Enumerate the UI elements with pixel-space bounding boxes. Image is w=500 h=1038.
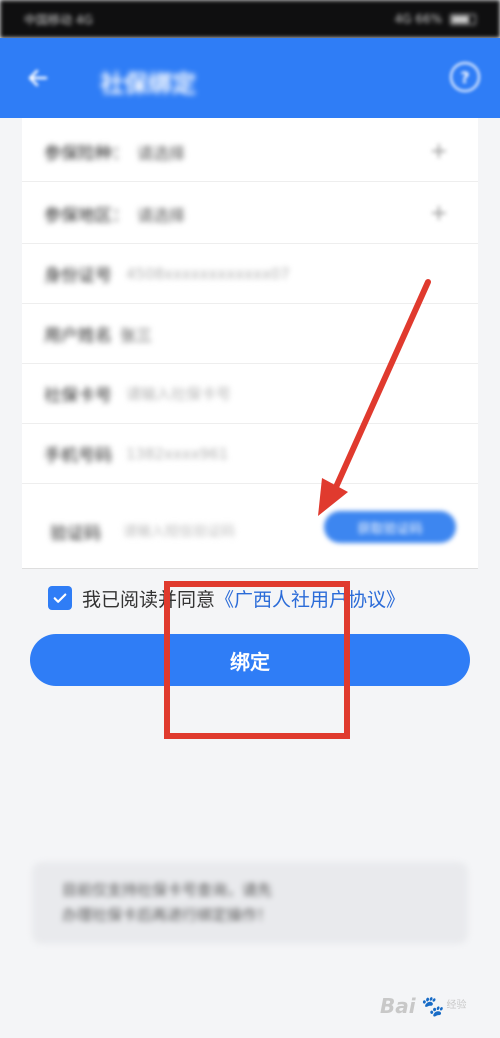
carrier-text: 中国移动 4G [24,12,93,27]
app-bar: 社保绑定 ? [0,38,500,118]
agreement-row: 我已阅读并同意 《广西人社用户协议》 [48,585,405,612]
question-circle-icon[interactable]: ? [450,62,480,92]
insurance-type-label: 参保险种： [44,144,129,164]
phone-number-value: 1382xxxx961 [126,444,229,463]
notice-line-1: 目前仅支持社保卡号查询，请先 [62,881,273,899]
agreement-text: 我已阅读并同意 [82,588,216,611]
notice-box: 目前仅支持社保卡号查询，请先 办理社保卡后再进行绑定操作！ [32,862,468,944]
user-agreement-link[interactable]: 《广西人社用户协议》 [215,585,405,612]
card-number-placeholder: 请输入社保卡号 [126,385,232,403]
insurance-region-select[interactable]: 参保地区： 请选择 + [22,184,478,244]
phone-number-label: 手机号码 [44,446,112,466]
watermark-text: Bai [380,994,416,1018]
status-bar: 中国移动 4G 4G 66% [0,0,500,38]
status-right: 4G 66% [395,12,476,26]
divider [22,568,478,569]
verification-code-label: 验证码 [50,523,101,544]
verification-code-field[interactable]: 验证码 请输入短信验证码 获取验证码 [22,494,478,568]
back-arrow-icon[interactable] [20,60,56,96]
verification-code-placeholder: 请输入短信验证码 [123,524,235,540]
insurance-type-select[interactable]: 参保险种： 请选择 + [22,122,478,182]
plus-icon: + [429,201,448,226]
phone-number-field[interactable]: 手机号码 1382xxxx961 [22,424,478,484]
card-number-field[interactable]: 社保卡号 请输入社保卡号 [22,364,478,424]
page-title: 社保绑定 [100,70,196,98]
user-name-value: 张三 [120,325,153,345]
insurance-type-value: 请选择 [137,143,186,163]
id-number-field[interactable]: 身份证号 4508xxxxxxxxxxxx07 [22,244,478,304]
plus-icon: + [429,139,448,164]
bind-button[interactable]: 绑定 [30,634,470,686]
status-right-text: 4G 66% [394,12,442,26]
user-name-label: 用户姓名 [44,326,112,346]
notice-line-2: 办理社保卡后再进行绑定操作！ [62,906,273,924]
agreement-checkbox[interactable] [48,586,72,610]
get-code-button[interactable]: 获取验证码 [324,511,456,543]
user-name-field[interactable]: 用户姓名 张三 [22,304,478,364]
id-number-value: 4508xxxxxxxxxxxx07 [126,264,290,283]
paw-icon: 🐾 [418,994,444,1018]
id-number-label: 身份证号 [44,266,112,286]
bind-form: 参保险种： 请选择 + 参保地区： 请选择 + 身份证号 4508xxxxxxx… [22,118,478,568]
status-left: 中国移动 4G [24,11,93,28]
insurance-region-label: 参保地区： [44,206,129,226]
baidu-jingyan-watermark: Bai 🐾 经验 [380,986,490,1026]
insurance-region-value: 请选择 [137,205,186,225]
watermark-sub: 经验 [446,1000,467,1011]
check-icon [53,593,67,603]
card-number-label: 社保卡号 [44,386,112,406]
battery-icon [450,13,476,25]
